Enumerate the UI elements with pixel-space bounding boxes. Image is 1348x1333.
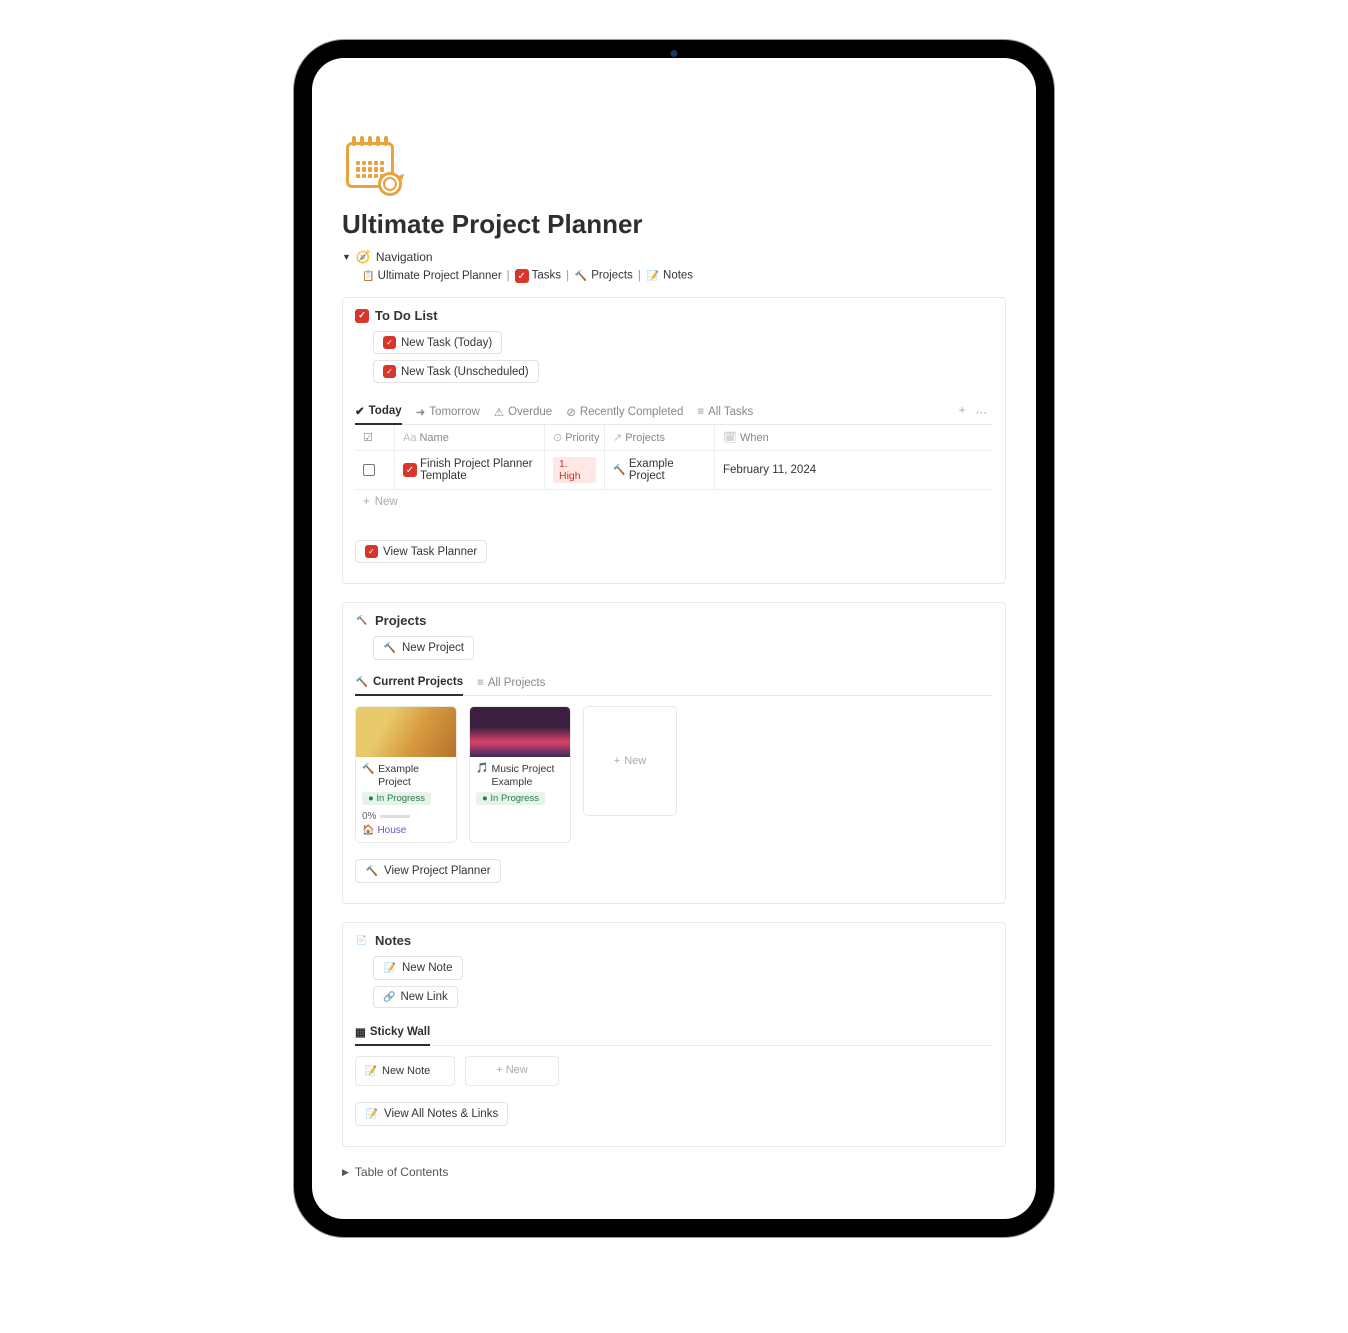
todo-tabs: ✔Today ➜Tomorrow ⚠Overdue ⊘Recently Comp…	[355, 399, 993, 425]
page-icon-calendar-target	[342, 136, 1006, 195]
plus-icon: +	[614, 755, 620, 767]
tab-all-tasks[interactable]: ≡All Tasks	[697, 401, 753, 423]
nav-link-planner[interactable]: 📋 Ultimate Project Planner	[362, 270, 502, 282]
tab-today[interactable]: ✔Today	[355, 399, 402, 425]
compass-icon: 🧭	[356, 250, 371, 264]
project-card-music[interactable]: 🎵Music Project Example ● In Progress	[469, 706, 571, 843]
project-cards: 🔨Example Project ● In Progress 0% 🏠House…	[355, 706, 993, 843]
view-task-planner-button[interactable]: ✓View Task Planner	[355, 540, 487, 563]
add-icon[interactable]: +	[959, 405, 966, 419]
new-note-button[interactable]: 📝New Note	[373, 956, 463, 980]
nav-link-projects[interactable]: 🔨 Projects	[574, 269, 633, 283]
cancel-circle-icon: ⊘	[566, 405, 576, 419]
notes-heading: 📄 Notes	[355, 933, 993, 948]
projects-section: 🔨 Projects 🔨New Project 🔨Current Project…	[342, 602, 1006, 904]
sticky-new-card[interactable]: + New	[465, 1056, 559, 1086]
status-tag: ● In Progress	[362, 792, 431, 805]
triangle-right-icon: ▶	[342, 1167, 349, 1178]
pencil-note-icon: 📝	[365, 1107, 379, 1121]
house-icon: 🏠	[362, 825, 374, 836]
hammer-icon: 🔨	[365, 864, 379, 878]
navigation-links: 📋 Ultimate Project Planner | ✓ Tasks | 🔨…	[342, 269, 1006, 283]
tab-tomorrow[interactable]: ➜Tomorrow	[416, 400, 480, 424]
navigation-label: Navigation	[376, 250, 433, 264]
select-icon: ⊙	[553, 431, 562, 444]
check-icon: ✓	[515, 269, 529, 283]
todo-heading: ✓ To Do List	[355, 308, 993, 323]
sticky-cards: 📝New Note + New	[355, 1056, 993, 1086]
list-icon: ≡	[697, 406, 704, 418]
check-icon: ✓	[365, 545, 378, 558]
view-project-planner-button[interactable]: 🔨View Project Planner	[355, 859, 501, 883]
check-icon: ✓	[383, 365, 396, 378]
page-title: Ultimate Project Planner	[342, 209, 1006, 240]
plus-icon: +	[363, 496, 370, 508]
tab-recently-completed[interactable]: ⊘Recently Completed	[566, 400, 683, 424]
todo-row[interactable]: ✓Finish Project Planner Template 1. High…	[355, 451, 993, 490]
new-link-button[interactable]: 🔗New Link	[373, 986, 458, 1008]
calendar-icon: 🗓	[723, 431, 737, 444]
projects-tabs: 🔨Current Projects ≡All Projects	[355, 670, 993, 696]
new-project-button[interactable]: 🔨New Project	[373, 636, 474, 660]
priority-tag: 1. High	[553, 457, 596, 483]
file-icon: 📄	[355, 934, 369, 948]
view-all-notes-button[interactable]: 📝View All Notes & Links	[355, 1102, 508, 1126]
list-icon: ≡	[477, 677, 484, 689]
hammer-icon: 🔨	[362, 763, 375, 777]
hammer-icon: 🔨	[355, 675, 369, 689]
new-task-unscheduled-button[interactable]: ✓New Task (Unscheduled)	[373, 360, 539, 383]
grid-icon: ▦	[355, 1025, 366, 1039]
todo-new-row[interactable]: +New	[355, 490, 993, 514]
project-new-card[interactable]: +New	[583, 706, 677, 816]
card-cover-image	[470, 707, 570, 757]
warning-icon: ⚠	[494, 405, 504, 419]
notes-section: 📄 Notes 📝New Note 🔗New Link ▦Sticky Wall…	[342, 922, 1006, 1147]
clipboard-icon: 📋	[362, 271, 374, 282]
tab-overdue[interactable]: ⚠Overdue	[494, 400, 552, 424]
todo-section: ✓ To Do List ✓New Task (Today) ✓New Task…	[342, 297, 1006, 584]
card-cover-image	[356, 707, 456, 757]
sticky-note-card[interactable]: 📝New Note	[355, 1056, 455, 1086]
new-task-today-button[interactable]: ✓New Task (Today)	[373, 331, 502, 354]
hammer-icon: 🔨	[355, 614, 369, 628]
text-aa-icon: Aa	[403, 432, 416, 444]
note-icon: 📝	[383, 961, 397, 975]
tablet-frame: Ultimate Project Planner ▼ 🧭 Navigation …	[294, 40, 1054, 1237]
check-icon: ✓	[403, 463, 417, 477]
project-card-example[interactable]: 🔨Example Project ● In Progress 0% 🏠House	[355, 706, 457, 843]
notes-tabs: ▦Sticky Wall	[355, 1020, 993, 1046]
pencil-note-icon: 📝	[646, 269, 660, 283]
more-icon[interactable]: ⋯	[976, 405, 988, 419]
tab-sticky-wall[interactable]: ▦Sticky Wall	[355, 1020, 430, 1046]
check-circle-icon: ✓	[355, 309, 369, 323]
projects-heading: 🔨 Projects	[355, 613, 993, 628]
progress-bar	[380, 815, 410, 818]
note-icon: 📝	[364, 1064, 378, 1078]
row-checkbox[interactable]	[363, 464, 375, 476]
tab-all-projects[interactable]: ≡All Projects	[477, 670, 545, 695]
nav-link-tasks[interactable]: ✓ Tasks	[515, 269, 561, 283]
todo-table-header: ☑ AaName ⊙Priority ↗Projects 🗓When	[355, 425, 993, 451]
table-of-contents-toggle[interactable]: ▶ Table of Contents	[342, 1165, 1006, 1179]
arrow-right-icon: ➜	[416, 405, 426, 419]
nav-link-notes[interactable]: 📝 Notes	[646, 269, 693, 283]
link-icon: 🔗	[383, 992, 395, 1003]
hammer-icon: 🔨	[574, 269, 588, 283]
relation-icon: ↗	[613, 431, 622, 444]
music-note-icon: 🎵	[476, 763, 488, 775]
status-tag: ● In Progress	[476, 792, 545, 805]
check-icon: ✓	[383, 336, 396, 349]
check-circle-icon: ✔	[355, 404, 365, 418]
navigation-toggle[interactable]: ▼ 🧭 Navigation	[342, 250, 1006, 264]
hammer-icon: 🔨	[613, 463, 626, 477]
hammer-icon: 🔨	[383, 641, 397, 655]
checkbox-column-icon: ☑	[363, 431, 373, 444]
app-screen: Ultimate Project Planner ▼ 🧭 Navigation …	[312, 58, 1036, 1219]
triangle-down-icon: ▼	[342, 252, 351, 262]
plus-icon: +	[496, 1064, 502, 1076]
tab-current-projects[interactable]: 🔨Current Projects	[355, 670, 463, 696]
camera-dot	[671, 50, 678, 57]
